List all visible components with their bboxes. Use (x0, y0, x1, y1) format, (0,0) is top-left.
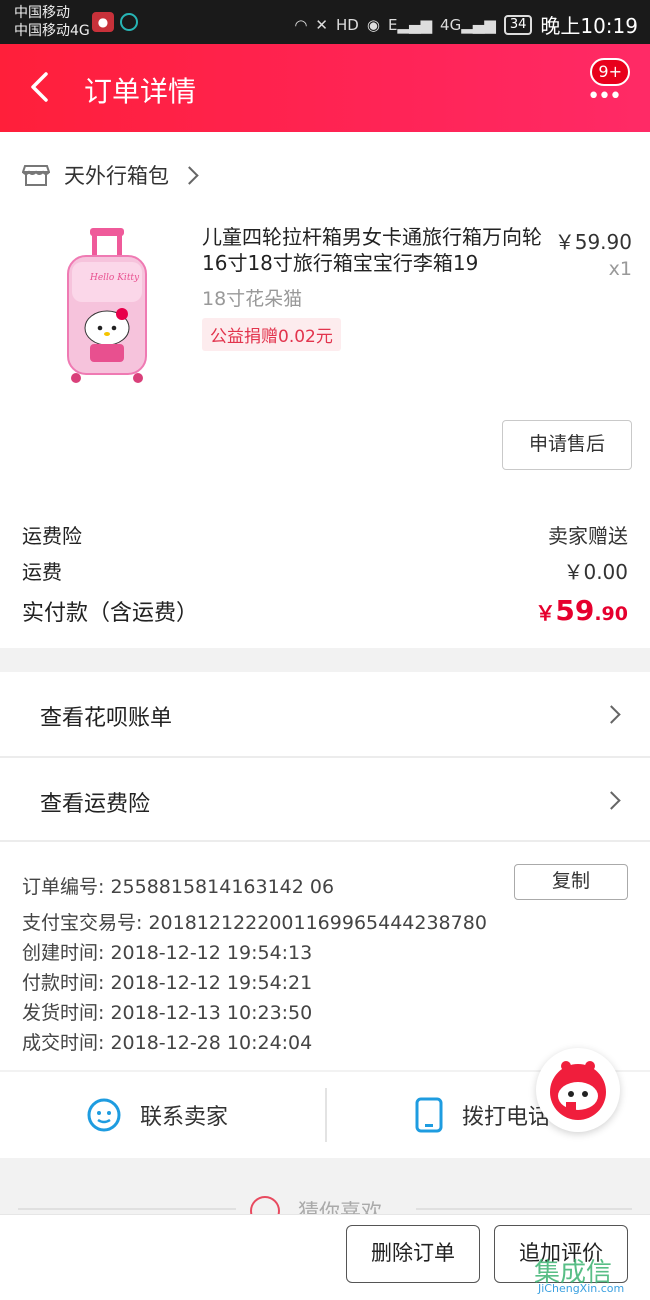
more-menu-icon[interactable]: ••• (587, 84, 622, 109)
alipay-trade-number: 支付宝交易号: 2018121222001169965444238780 (22, 912, 487, 934)
charity-tag: 公益捐赠0.02元 (202, 318, 341, 351)
assistant-icon (120, 13, 138, 31)
shop-link[interactable]: 天外行箱包 (22, 160, 199, 190)
product-title[interactable]: 儿童四轮拉杆箱男女卡通旅行箱万向轮16寸18寸旅行箱宝宝行李箱19 (202, 224, 542, 276)
huabei-bill-label: 查看花呗账单 (40, 706, 173, 731)
total-label: 实付款（含运费） (22, 601, 199, 626)
shop-name: 天外行箱包 (64, 164, 169, 188)
product-price: ￥59.90 (554, 230, 632, 254)
shipped-time: 发货时间: 2018-12-13 10:23:50 (22, 1002, 313, 1024)
divider (18, 1208, 236, 1210)
assistant-bot-icon (550, 1061, 606, 1120)
watermark-logo: 集成信 JiChengXin.com (534, 1252, 646, 1296)
completed-time: 成交时间: 2018-12-28 10:24:04 (22, 1032, 313, 1054)
order-product-card: 天外行箱包 Hello Kitty 儿童四轮拉杆箱男女卡通旅行箱万向轮16寸18… (0, 132, 650, 648)
created-time: 创建时间: 2018-12-12 19:54:13 (22, 942, 313, 964)
carrier-info: 中国移动 中国移动4G (14, 4, 90, 40)
page-title: 订单详情 (84, 75, 197, 108)
notification-badge: 9+ (590, 58, 630, 86)
product-spec: 18寸花朵猫 (202, 288, 303, 310)
freight-insurance-link[interactable]: 查看运费险 (0, 758, 650, 842)
guess-you-like-section: 猜你喜欢 (0, 1158, 650, 1226)
delete-order-button[interactable]: 删除订单 (346, 1225, 480, 1283)
watermark-sub: JiChengXin.com (538, 1282, 625, 1295)
eye-icon: ◉ (366, 15, 380, 34)
huabei-bill-link[interactable]: 查看花呗账单 (0, 672, 650, 756)
status-bar: 中国移动 中国移动4G ● ◠ ✕ HD ◉ E▂▄▆ 4G▂▄▆ 34 晚上1… (0, 0, 650, 44)
mute-icon: ✕ (315, 15, 328, 34)
order-info: 订单编号: 2558815814163142 06 复制 支付宝交易号: 201… (0, 842, 650, 1070)
clock: 晚上10:19 (540, 14, 638, 38)
signal-icon-2: 4G▂▄▆ (440, 15, 496, 34)
shop-icon (22, 165, 50, 186)
chevron-right-icon (180, 165, 199, 185)
call-phone-button[interactable]: 拨打电话 (414, 1072, 550, 1158)
product-image-text: Hello Kitty (89, 273, 140, 283)
contact-divider (325, 1088, 327, 1142)
back-arrow-icon[interactable] (24, 70, 58, 104)
total-amount: ￥59.90 (535, 594, 628, 627)
battery-icon: 34 (503, 14, 533, 35)
paid-time: 付款时间: 2018-12-12 19:54:21 (22, 972, 313, 994)
floating-assistant-button[interactable] (536, 1048, 620, 1132)
total-row: 实付款（含运费） ￥59.90 (22, 594, 628, 627)
shipping-value: ￥0.00 (563, 560, 628, 584)
chat-icon (87, 1098, 121, 1132)
hd-icon: HD (336, 15, 359, 34)
divider (416, 1208, 632, 1210)
phone-icon (415, 1097, 443, 1133)
carrier-1: 中国移动 (14, 5, 70, 21)
contact-seller-button[interactable]: 联系卖家 (86, 1072, 228, 1158)
carrier-2: 中国移动4G (14, 23, 90, 39)
headphone-icon: ◠ (294, 15, 308, 34)
product-image[interactable]: Hello Kitty (62, 228, 152, 384)
app-header: 订单详情 ••• 9+ (0, 44, 650, 132)
copy-button[interactable]: 复制 (514, 864, 628, 900)
notification-icons: ● (92, 12, 138, 32)
signal-icon-1: E▂▄▆ (387, 15, 433, 34)
shipping-label: 运费 (22, 560, 62, 584)
freight-insurance-row: 运费险 卖家赠送 (22, 520, 628, 549)
status-right: ◠ ✕ HD ◉ E▂▄▆ 4G▂▄▆ 34 晚上10:19 (294, 10, 638, 39)
freight-insurance-value: 卖家赠送 (548, 524, 628, 548)
freight-insurance-link-label: 查看运费险 (40, 792, 151, 817)
chevron-right-icon (602, 705, 621, 724)
microphone-icon: ● (92, 12, 114, 32)
product-quantity: x1 (608, 258, 632, 280)
order-number: 订单编号: 2558815814163142 06 (22, 876, 335, 898)
chevron-right-icon (602, 791, 621, 810)
freight-insurance-label: 运费险 (22, 524, 82, 548)
after-sale-button[interactable]: 申请售后 (502, 420, 632, 470)
shipping-row: 运费 ￥0.00 (22, 556, 628, 585)
contact-seller-label: 联系卖家 (140, 1105, 229, 1130)
